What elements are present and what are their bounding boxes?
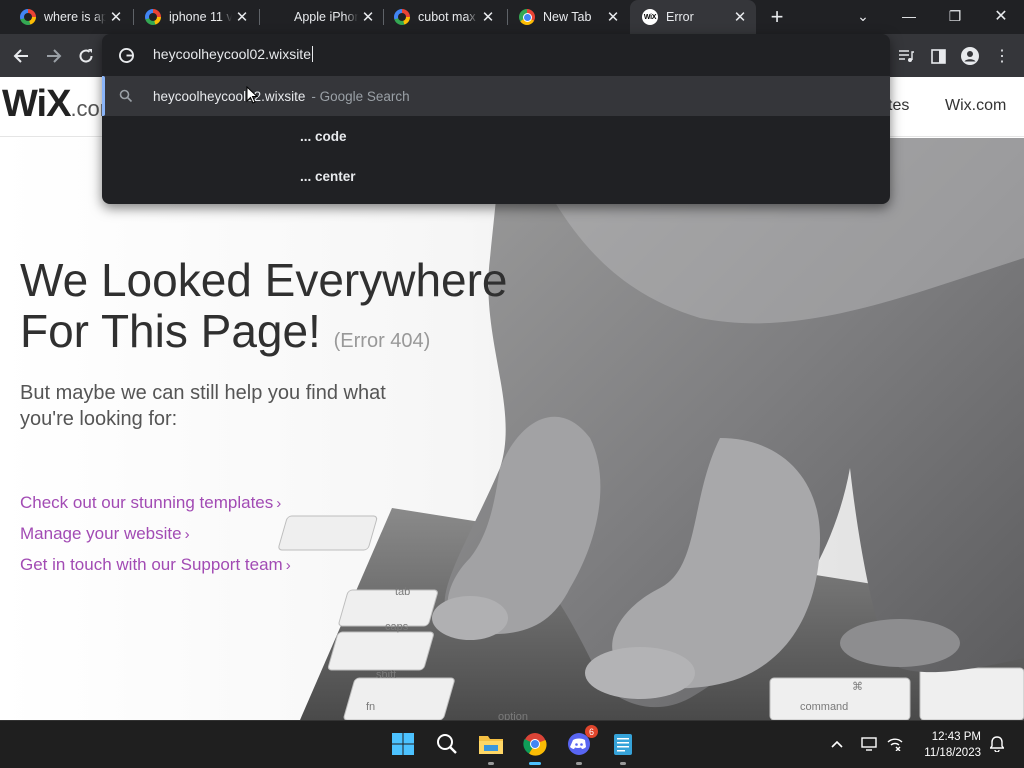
chrome-icon <box>519 9 535 25</box>
suggestion-search[interactable]: heycoolheycool02.wixsite - Google Search <box>102 76 890 116</box>
notification-bell-icon[interactable] <box>984 729 1010 759</box>
close-icon[interactable]: ✕ <box>730 7 750 27</box>
menu-kebab-icon[interactable]: ⋮ <box>989 43 1015 69</box>
text-caret <box>311 46 313 62</box>
key-label-tab: tab <box>395 586 410 598</box>
side-panel-icon[interactable] <box>925 43 951 69</box>
close-icon[interactable]: ✕ <box>106 7 126 27</box>
error-code: (Error 404) <box>333 330 431 352</box>
help-links: Check out our stunning templates › Manage… <box>20 488 291 581</box>
heading-line-1: We Looked Everywhere <box>20 254 508 306</box>
new-tab-button[interactable]: + <box>766 6 788 29</box>
minimize-button[interactable]: — <box>886 0 932 32</box>
link-label: Check out our stunning templates <box>20 493 274 512</box>
tab-title: where is apple <box>44 10 106 24</box>
error-heading: We Looked Everywhere For This Page! (Err… <box>20 255 580 367</box>
tab-title: Apple iPhone <box>294 10 358 24</box>
tab-5-active[interactable]: WiX Error ✕ <box>630 0 756 34</box>
close-icon[interactable]: ✕ <box>478 7 498 27</box>
media-control-icon[interactable] <box>893 43 919 69</box>
tab-title: New Tab <box>543 10 592 24</box>
chrome-taskbar-icon[interactable] <box>520 729 550 765</box>
suggestion-text: heycoolheycool02.wixsite - Google Search <box>153 89 410 104</box>
logo-text: WiX <box>2 83 71 125</box>
header-link-templates[interactable]: tes <box>888 97 909 115</box>
google-icon <box>145 9 161 25</box>
back-icon[interactable] <box>8 43 34 69</box>
close-icon[interactable]: ✕ <box>232 7 252 27</box>
address-input[interactable]: heycoolheycool02.wixsite <box>153 46 313 62</box>
suggestion-query: heycoolheycool02.wixsite <box>153 88 306 104</box>
tab-0[interactable]: where is apple ✕ <box>0 0 132 34</box>
tab-title: cubot max <box>418 10 476 24</box>
address-value: heycoolheycool02.wixsite <box>153 46 311 62</box>
key-label-option: option <box>498 711 528 720</box>
search-icon <box>119 89 133 103</box>
tab-4[interactable]: New Tab ✕ <box>499 0 629 34</box>
suggestion-text: ... center <box>300 168 356 184</box>
google-icon <box>20 9 36 25</box>
clock-time: 12:43 PM <box>931 731 981 743</box>
suggestion-code[interactable]: ... code <box>102 116 890 156</box>
tab-3[interactable]: cubot max ✕ <box>374 0 504 34</box>
close-window-button[interactable]: ✕ <box>978 0 1024 32</box>
key-label-caps: caps <box>385 621 409 633</box>
clock[interactable]: 12:43 PM 11/18/2023 <box>924 729 981 761</box>
restore-button[interactable]: ❐ <box>932 0 978 32</box>
network-icon[interactable] <box>882 729 908 759</box>
clock-date: 11/18/2023 <box>924 747 981 759</box>
omnibox-dropdown: heycoolheycool02.wixsite heycoolheycool0… <box>102 34 890 204</box>
key-label-fn: fn <box>366 701 375 713</box>
tab-title: Error <box>666 10 694 24</box>
tab-title: iphone 11 vs <box>169 10 232 24</box>
chevron-up-icon[interactable] <box>824 729 850 759</box>
reload-icon[interactable] <box>73 43 99 69</box>
tab-strip: where is apple ✕ iphone 11 vs ✕ Apple iP… <box>0 0 1024 34</box>
display-icon[interactable] <box>856 729 882 759</box>
close-icon[interactable]: ✕ <box>603 7 623 27</box>
tab-2[interactable]: Apple iPhone ✕ <box>254 0 384 34</box>
profile-icon[interactable] <box>957 43 983 69</box>
tab-1[interactable]: iphone 11 vs ✕ <box>125 0 258 34</box>
chevron-right-icon: › <box>285 557 291 574</box>
header-link-wix[interactable]: Wix.com <box>945 97 1006 115</box>
templates-link[interactable]: Check out our stunning templates › <box>20 488 291 519</box>
notepad-icon[interactable] <box>608 729 638 765</box>
google-icon <box>394 9 410 25</box>
file-explorer-icon[interactable] <box>476 729 506 765</box>
address-bar[interactable]: heycoolheycool02.wixsite <box>102 34 890 76</box>
key-label-command: command <box>800 701 848 713</box>
suggestion-text: ... code <box>300 128 347 144</box>
windows-taskbar: 6 12:43 PM 11/18/2023 <box>0 720 1024 768</box>
link-label: Get in touch with our Support team <box>20 555 283 574</box>
suggestion-center[interactable]: ... center <box>102 156 890 196</box>
link-label: Manage your website <box>20 524 182 543</box>
tab-search-icon[interactable]: ⌄ <box>840 0 886 32</box>
forward-icon[interactable] <box>41 43 67 69</box>
chevron-right-icon: › <box>276 495 282 512</box>
suggestion-suffix: - Google Search <box>311 88 410 104</box>
search-icon[interactable] <box>432 729 462 759</box>
windows-start-icon[interactable] <box>388 729 418 759</box>
google-icon <box>119 48 134 63</box>
wix-icon: WiX <box>642 9 658 25</box>
key-label-shift: shift <box>376 669 396 681</box>
mouse-cursor-icon <box>246 86 258 104</box>
notification-badge: 6 <box>585 725 598 738</box>
manage-website-link[interactable]: Manage your website › <box>20 519 291 550</box>
heading-line-2: For This Page! <box>20 305 321 357</box>
help-subheading: But maybe we can still help you find wha… <box>20 382 386 430</box>
support-link[interactable]: Get in touch with our Support team › <box>20 550 291 581</box>
key-label-command-symbol: ⌘ <box>852 681 863 693</box>
wix-logo[interactable]: WiX.com <box>2 83 118 126</box>
discord-icon[interactable]: 6 <box>564 725 598 765</box>
chevron-right-icon: › <box>184 526 190 543</box>
error-hero: tab caps shift fn option command ⌘ We Lo… <box>0 138 1024 720</box>
